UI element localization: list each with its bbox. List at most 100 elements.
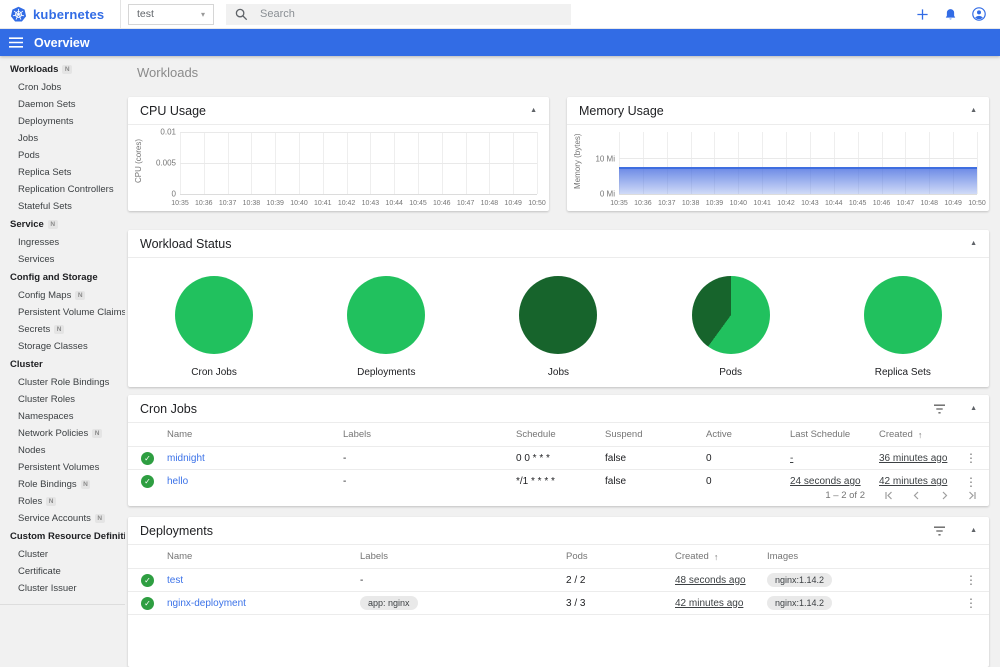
sidebar-item-replication-controllers[interactable]: Replication Controllers: [0, 181, 125, 198]
appbar: Overview: [0, 29, 1000, 56]
column-header-active[interactable]: Active: [706, 429, 790, 440]
sidebar-section-workloads[interactable]: Workloads N: [0, 60, 125, 79]
toolbar-actions: [915, 7, 1000, 22]
replica-sets-pie-chart[interactable]: [863, 276, 942, 354]
filter-icon[interactable]: [933, 404, 946, 414]
sidebar-item-persistent-volume-claims[interactable]: Persistent Volume ClaimsN: [0, 304, 125, 321]
sidebar-item-certificate[interactable]: Certificate: [0, 563, 125, 580]
sidebar-item-namespaces[interactable]: Namespaces: [0, 408, 125, 425]
sidebar-section-service[interactable]: Service N: [0, 215, 125, 234]
sidebar-item-role-bindings[interactable]: Role Bindings N: [0, 476, 125, 493]
namespace-select[interactable]: test ▾: [128, 3, 214, 25]
deployment-labels: -: [360, 574, 364, 586]
sidebar-item-stateful-sets[interactable]: Stateful Sets: [0, 198, 125, 215]
sidebar-item-cluster-issuer[interactable]: Cluster Issuer: [0, 580, 125, 597]
last-page-icon[interactable]: [968, 491, 977, 500]
pie-label: Deployments: [357, 367, 416, 378]
deployment-name-link[interactable]: test: [167, 575, 360, 586]
x-tick-label: 10:46: [433, 200, 451, 207]
sidebar-item-network-policies[interactable]: Network Policies N: [0, 425, 125, 442]
filter-icon[interactable]: [933, 526, 946, 536]
sidebar-item-cluster[interactable]: Cluster: [0, 546, 125, 563]
sidebar-label: Services: [18, 254, 55, 265]
row-menu-kebab-icon[interactable]: ⋮: [953, 573, 989, 587]
collapse-icon[interactable]: ▲: [970, 107, 977, 114]
sidebar-item-cluster-roles[interactable]: Cluster Roles: [0, 391, 125, 408]
column-header-created[interactable]: Created ↑: [675, 551, 767, 562]
column-header-name[interactable]: Name: [167, 429, 343, 440]
sidebar-label: Persistent Volumes: [18, 462, 100, 473]
pie-jobs: Jobs: [493, 276, 623, 378]
user-account-icon[interactable]: [971, 7, 986, 22]
cron-job-active: 0: [706, 452, 712, 464]
sidebar-label: Certificate: [18, 566, 61, 577]
column-header-created-label: Created: [675, 551, 709, 562]
search-input[interactable]: Search: [226, 3, 571, 25]
cpu-plot-area: [180, 132, 538, 195]
column-header-created[interactable]: Created ↑: [879, 429, 953, 440]
x-tick-label: 10:48: [920, 200, 939, 207]
cron-job-name-link[interactable]: midnight: [167, 453, 343, 464]
deployments-pie-chart[interactable]: [347, 276, 426, 354]
column-header-labels[interactable]: Labels: [360, 551, 566, 562]
sidebar-section-cluster[interactable]: Cluster: [0, 355, 125, 374]
sidebar-section-config-and-storage[interactable]: Config and Storage: [0, 268, 125, 287]
sidebar-section-custom-resource-definitions[interactable]: Custom Resource Definitions: [0, 527, 125, 546]
namespaced-badge: N: [54, 325, 64, 334]
jobs-pie-chart[interactable]: [519, 276, 598, 354]
row-menu-kebab-icon[interactable]: ⋮: [953, 596, 989, 610]
menu-hamburger-icon[interactable]: [9, 37, 23, 48]
kubernetes-logo[interactable]: kubernetes: [0, 0, 121, 28]
notifications-bell-icon[interactable]: [943, 7, 958, 22]
sidebar-item-persistent-volumes[interactable]: Persistent Volumes: [0, 459, 125, 476]
create-resource-button[interactable]: [915, 7, 930, 22]
memory-chart: Memory (bytes) 10 Mi 0 Mi 10:35 10:36 10:3…: [567, 125, 989, 211]
sidebar-item-replica-sets[interactable]: Replica Sets: [0, 164, 125, 181]
memory-usage-card: Memory Usage ▲ Memory (bytes) 10 Mi 0 Mi…: [567, 97, 989, 211]
deployment-name-link[interactable]: nginx-deployment: [167, 598, 360, 609]
collapse-icon[interactable]: ▲: [970, 527, 977, 534]
sidebar-item-storage-classes[interactable]: Storage Classes: [0, 338, 125, 355]
cron-jobs-pie-chart[interactable]: [175, 276, 254, 354]
first-page-icon[interactable]: [884, 491, 893, 500]
column-header-schedule[interactable]: Schedule: [516, 429, 605, 440]
sidebar-label: Cluster Issuer: [18, 583, 77, 594]
sidebar-item-deployments[interactable]: Deployments: [0, 113, 125, 130]
collapse-icon[interactable]: ▲: [970, 405, 977, 412]
pods-pie-chart[interactable]: [691, 276, 770, 354]
sort-ascending-icon: ↑: [917, 429, 923, 440]
gridline: [537, 132, 538, 194]
row-menu-kebab-icon[interactable]: ⋮: [953, 451, 989, 465]
cron-job-name-link[interactable]: hello: [167, 476, 343, 487]
x-tick-label: 10:42: [777, 200, 795, 207]
collapse-icon[interactable]: ▲: [970, 240, 977, 247]
sidebar-item-ingresses[interactable]: Ingresses: [0, 234, 125, 251]
column-header-images[interactable]: Images: [767, 551, 953, 562]
x-tick-label: 10:40: [729, 200, 748, 207]
sidebar-item-secrets[interactable]: Secrets N: [0, 321, 125, 338]
column-header-last-schedule[interactable]: Last Schedule: [790, 429, 879, 440]
sidebar-item-config-maps[interactable]: Config Maps N: [0, 287, 125, 304]
sidebar-item-service-accounts[interactable]: Service Accounts N: [0, 510, 125, 527]
sidebar-item-roles[interactable]: Roles N: [0, 493, 125, 510]
collapse-icon[interactable]: ▲: [530, 107, 537, 114]
column-header-name[interactable]: Name: [167, 551, 360, 562]
sidebar-item-cron-jobs[interactable]: Cron Jobs: [0, 79, 125, 96]
sidebar-item-cluster-role-bindings[interactable]: Cluster Role Bindings: [0, 374, 125, 391]
column-header-labels[interactable]: Labels: [343, 429, 516, 440]
sidebar-item-nodes[interactable]: Nodes: [0, 442, 125, 459]
previous-page-icon[interactable]: [912, 491, 921, 500]
sidebar-item-daemon-sets[interactable]: Daemon Sets: [0, 96, 125, 113]
y-tick-label: 10 Mi: [595, 154, 615, 164]
next-page-icon[interactable]: [940, 491, 949, 500]
sidebar-item-jobs[interactable]: Jobs: [0, 130, 125, 147]
column-header-pods[interactable]: Pods: [566, 551, 675, 562]
column-header-suspend[interactable]: Suspend: [605, 429, 706, 440]
sidebar-item-services[interactable]: Services: [0, 251, 125, 268]
namespace-value: test: [137, 8, 154, 20]
deployment-row: ✓ nginx-deployment app: nginx 3 / 3 42 m…: [128, 592, 989, 615]
deployment-image-chip: nginx:1.14.2: [767, 573, 833, 587]
cpu-chart: CPU (cores) 0.01 0.005 0 10:35 10:36 10:37…: [128, 125, 549, 211]
pie-label: Jobs: [547, 367, 570, 378]
sidebar-item-pods[interactable]: Pods: [0, 147, 125, 164]
